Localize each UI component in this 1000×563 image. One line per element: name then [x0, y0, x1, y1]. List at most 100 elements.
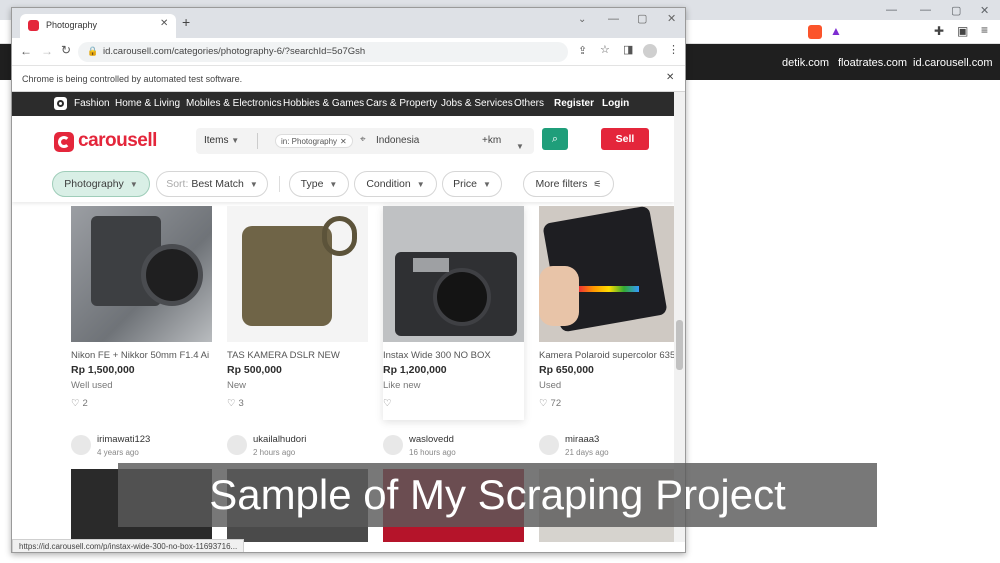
heart-icon: ♡ [383, 398, 392, 409]
extensions-icon[interactable]: ✚ [934, 24, 944, 38]
menu-icon[interactable]: ≡ [981, 23, 988, 37]
listing-price: Rp 650,000 [539, 364, 594, 376]
tab-photography[interactable]: Photography ✕ [20, 14, 176, 38]
like-button[interactable]: ♡ 3 [227, 398, 244, 409]
avatar[interactable] [539, 435, 559, 455]
tab-search-icon[interactable]: ⌄ [578, 14, 586, 25]
seller-name[interactable]: irimawati123 [97, 434, 150, 445]
nav-cars-property[interactable]: Cars & Property [366, 98, 437, 109]
category-filter-chip[interactable]: in: Photography ✕ [275, 134, 353, 148]
minimize-icon[interactable]: — [886, 4, 897, 16]
minimize-icon-2[interactable]: — [920, 4, 931, 16]
listing-title[interactable]: TAS KAMERA DSLR NEW [227, 350, 368, 361]
listing-price: Rp 1,500,000 [71, 364, 135, 376]
infobar-close-icon[interactable]: ✕ [666, 72, 674, 83]
wallet-icon[interactable]: ▣ [957, 24, 968, 38]
bookmark-floatrates[interactable]: floatrates.com [838, 57, 907, 69]
listing-image[interactable] [227, 206, 368, 342]
reload-icon[interactable]: ↻ [61, 43, 71, 57]
chevron-down-icon: ▼ [231, 136, 240, 145]
nav-home-living[interactable]: Home & Living [115, 98, 180, 109]
seller-name[interactable]: waslovedd [409, 434, 454, 445]
nav-others[interactable]: Others [514, 98, 544, 109]
kebab-menu-icon[interactable]: ⋮ [668, 43, 679, 56]
filter-category-label: Photography [64, 178, 124, 190]
posted-time: 16 hours ago [409, 448, 456, 457]
tab-close-icon[interactable]: ✕ [160, 18, 168, 29]
seller-name[interactable]: ukailalhudori [253, 434, 306, 445]
carousell-logo-icon[interactable] [54, 132, 74, 152]
lock-icon: 🔒 [87, 46, 99, 56]
nav-register[interactable]: Register [554, 98, 594, 109]
like-button[interactable]: ♡ 2 [71, 398, 88, 409]
filter-more[interactable]: More filters ⚟ [523, 171, 614, 197]
forward-icon[interactable]: → [41, 44, 53, 58]
posted-time: 4 years ago [97, 448, 139, 457]
bookmark-detik[interactable]: detik.com [782, 57, 829, 69]
seller-info[interactable]: irimawati123 4 years ago [71, 432, 221, 458]
sort-prefix: Sort: [166, 178, 189, 190]
listing-image[interactable] [71, 206, 212, 342]
window-minimize-icon[interactable]: — [608, 13, 619, 25]
logo-text[interactable]: carousell [78, 130, 157, 152]
seller-info[interactable]: ukailalhudori 2 hours ago [227, 432, 377, 458]
bookmark-star-icon[interactable]: ☆ [600, 43, 610, 56]
location-input[interactable]: Indonesia [376, 135, 419, 146]
back-icon[interactable]: ← [20, 44, 32, 58]
listing-image[interactable] [539, 206, 674, 342]
video-caption: Sample of My Scraping Project [118, 463, 877, 527]
radius-select[interactable]: +km [482, 135, 501, 146]
seller-info[interactable]: miraaa3 21 days ago [539, 432, 674, 458]
listing-title[interactable]: Nikon FE + Nikkor 50mm F1.4 Ai [71, 350, 212, 361]
avatar[interactable] [71, 435, 91, 455]
listing-card[interactable]: Kamera Polaroid supercolor 635cl Rp 650,… [539, 206, 674, 420]
listing-image[interactable] [383, 206, 524, 342]
nav-mobiles-electronics[interactable]: Mobiles & Electronics [186, 98, 282, 109]
radius-chevron-icon[interactable]: ▼ [516, 136, 524, 154]
sidepanel-icon[interactable]: ◨ [623, 43, 633, 56]
filter-type[interactable]: Type ▼ [289, 171, 349, 197]
profile-avatar-icon[interactable] [643, 44, 657, 58]
filter-condition[interactable]: Condition ▼ [354, 171, 437, 197]
listing-title[interactable]: Kamera Polaroid supercolor 635cl [539, 350, 674, 361]
carousell-nav-logo-icon[interactable] [54, 97, 67, 110]
listing-title[interactable]: Instax Wide 300 NO BOX [383, 350, 524, 361]
search-scope-select[interactable]: Items ▼ [204, 135, 239, 146]
rewards-icon[interactable]: ▲ [830, 24, 842, 38]
listing-card[interactable]: Instax Wide 300 NO BOX Rp 1,200,000 Like… [383, 206, 524, 420]
window-close-icon[interactable]: ✕ [667, 12, 676, 25]
maximize-icon[interactable]: ▢ [951, 4, 961, 17]
like-count: 72 [550, 398, 562, 409]
filter-type-label: Type [300, 178, 324, 190]
search-button[interactable]: ⌕ [542, 128, 568, 150]
like-button[interactable]: ♡ [383, 398, 395, 409]
seller-name[interactable]: miraaa3 [565, 434, 599, 445]
nav-hobbies-games[interactable]: Hobbies & Games [283, 98, 364, 109]
listing-price: Rp 500,000 [227, 364, 282, 376]
filter-price[interactable]: Price ▼ [442, 171, 502, 197]
chip-remove-icon[interactable]: ✕ [340, 137, 347, 146]
new-tab-button[interactable]: + [182, 14, 190, 30]
heart-icon: ♡ [539, 398, 548, 409]
avatar[interactable] [227, 435, 247, 455]
window-maximize-icon[interactable]: ▢ [637, 12, 647, 25]
listing-card[interactable]: Nikon FE + Nikkor 50mm F1.4 Ai Rp 1,500,… [71, 206, 212, 420]
share-icon[interactable]: ⇪ [578, 44, 587, 57]
brave-shield-icon[interactable] [808, 25, 822, 39]
address-bar[interactable]: 🔒 id.carousell.com/categories/photograph… [78, 42, 568, 62]
bookmark-carousell[interactable]: id.carousell.com [913, 57, 992, 69]
filter-sort[interactable]: Sort: Best Match ▼ [156, 171, 268, 197]
sort-value: Best Match [191, 178, 244, 190]
like-button[interactable]: ♡ 72 [539, 398, 561, 409]
scrollbar-thumb[interactable] [676, 320, 683, 370]
seller-info[interactable]: waslovedd 16 hours ago [383, 432, 533, 458]
nav-jobs-services[interactable]: Jobs & Services [441, 98, 513, 109]
nav-login[interactable]: Login [602, 98, 629, 109]
listing-price: Rp 1,200,000 [383, 364, 447, 376]
avatar[interactable] [383, 435, 403, 455]
filter-category-photography[interactable]: Photography ▼ [52, 171, 150, 197]
sell-button[interactable]: Sell [601, 128, 649, 150]
close-icon[interactable]: ✕ [980, 4, 989, 17]
listing-card[interactable]: TAS KAMERA DSLR NEW Rp 500,000 New ♡ 3 [227, 206, 368, 420]
nav-fashion[interactable]: Fashion [74, 98, 110, 109]
